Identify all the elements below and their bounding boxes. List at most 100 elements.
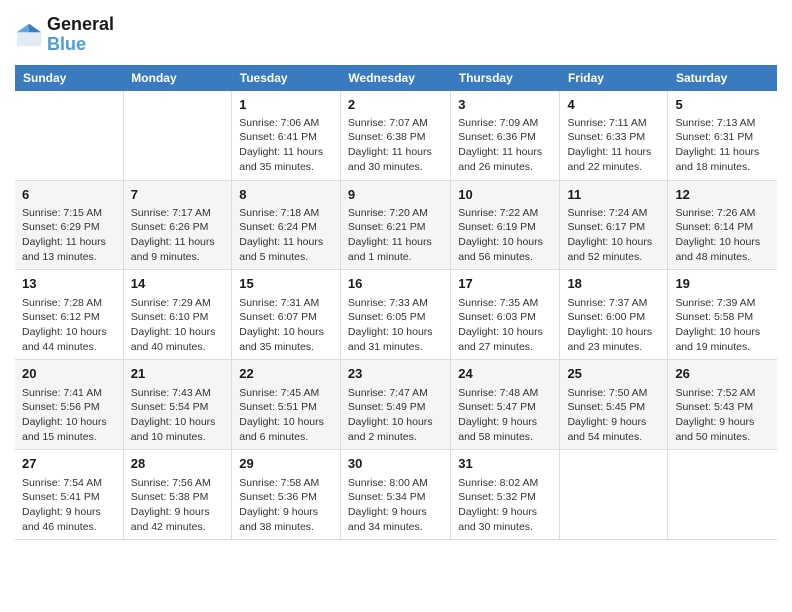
week-row-4: 20 Sunrise: 7:41 AM Sunset: 5:56 PM Dayli…	[15, 360, 777, 450]
day-info: Sunrise: 8:02 AM Sunset: 5:32 PM Dayligh…	[458, 476, 552, 535]
day-cell: 9 Sunrise: 7:20 AM Sunset: 6:21 PM Daylig…	[340, 180, 450, 270]
day-info: Sunrise: 7:45 AM Sunset: 5:51 PM Dayligh…	[239, 386, 333, 445]
day-number: 3	[458, 96, 552, 114]
day-cell: 16 Sunrise: 7:33 AM Sunset: 6:05 PM Dayli…	[340, 270, 450, 360]
day-cell	[15, 91, 123, 180]
day-number: 6	[22, 186, 116, 204]
day-number: 30	[348, 455, 443, 473]
day-cell: 25 Sunrise: 7:50 AM Sunset: 5:45 PM Dayli…	[560, 360, 668, 450]
header-cell-tuesday: Tuesday	[232, 65, 341, 91]
day-number: 28	[131, 455, 224, 473]
day-info: Sunrise: 7:06 AM Sunset: 6:41 PM Dayligh…	[239, 116, 333, 175]
day-number: 27	[22, 455, 116, 473]
day-cell: 26 Sunrise: 7:52 AM Sunset: 5:43 PM Dayli…	[668, 360, 777, 450]
day-cell: 19 Sunrise: 7:39 AM Sunset: 5:58 PM Dayli…	[668, 270, 777, 360]
calendar-table: SundayMondayTuesdayWednesdayThursdayFrid…	[15, 65, 777, 541]
header-cell-thursday: Thursday	[451, 65, 560, 91]
day-cell: 8Sunrise: 7:18 AM Sunset: 6:24 PM Daylig…	[232, 180, 341, 270]
day-number: 29	[239, 455, 333, 473]
day-info: Sunrise: 7:26 AM Sunset: 6:14 PM Dayligh…	[675, 206, 770, 265]
day-info: Sunrise: 7:50 AM Sunset: 5:45 PM Dayligh…	[567, 386, 660, 445]
day-cell: 31 Sunrise: 8:02 AM Sunset: 5:32 PM Dayli…	[451, 450, 560, 540]
day-info: Sunrise: 7:37 AM Sunset: 6:00 PM Dayligh…	[567, 296, 660, 355]
day-number: 11	[567, 186, 660, 204]
header-cell-wednesday: Wednesday	[340, 65, 450, 91]
day-info: Sunrise: 7:18 AM Sunset: 6:24 PM Dayligh…	[239, 206, 333, 265]
day-info: Sunrise: 8:00 AM Sunset: 5:34 PM Dayligh…	[348, 476, 443, 535]
day-number: 19	[675, 275, 770, 293]
day-cell: 18 Sunrise: 7:37 AM Sunset: 6:00 PM Dayli…	[560, 270, 668, 360]
day-info: Sunrise: 7:54 AM Sunset: 5:41 PM Dayligh…	[22, 476, 116, 535]
day-number: 17	[458, 275, 552, 293]
header-row: SundayMondayTuesdayWednesdayThursdayFrid…	[15, 65, 777, 91]
day-number: 26	[675, 365, 770, 383]
day-number: 20	[22, 365, 116, 383]
day-info: Sunrise: 7:48 AM Sunset: 5:47 PM Dayligh…	[458, 386, 552, 445]
logo-icon	[15, 21, 43, 49]
day-cell: 7Sunrise: 7:17 AM Sunset: 6:26 PM Daylig…	[123, 180, 231, 270]
week-row-5: 27 Sunrise: 7:54 AM Sunset: 5:41 PM Dayli…	[15, 450, 777, 540]
day-cell: 2Sunrise: 7:07 AM Sunset: 6:38 PM Daylig…	[340, 91, 450, 180]
day-info: Sunrise: 7:28 AM Sunset: 6:12 PM Dayligh…	[22, 296, 116, 355]
header-cell-sunday: Sunday	[15, 65, 123, 91]
header-cell-friday: Friday	[560, 65, 668, 91]
header-cell-monday: Monday	[123, 65, 231, 91]
day-cell: 15 Sunrise: 7:31 AM Sunset: 6:07 PM Dayli…	[232, 270, 341, 360]
day-cell: 1 Sunrise: 7:06 AM Sunset: 6:41 PM Daylig…	[232, 91, 341, 180]
day-number: 25	[567, 365, 660, 383]
day-info: Sunrise: 7:52 AM Sunset: 5:43 PM Dayligh…	[675, 386, 770, 445]
day-number: 5	[675, 96, 770, 114]
day-cell: 29 Sunrise: 7:58 AM Sunset: 5:36 PM Dayli…	[232, 450, 341, 540]
day-cell: 14Sunrise: 7:29 AM Sunset: 6:10 PM Dayli…	[123, 270, 231, 360]
day-number: 23	[348, 365, 443, 383]
day-cell: 12 Sunrise: 7:26 AM Sunset: 6:14 PM Dayli…	[668, 180, 777, 270]
day-info: Sunrise: 7:29 AM Sunset: 6:10 PM Dayligh…	[131, 296, 224, 355]
day-cell: 17 Sunrise: 7:35 AM Sunset: 6:03 PM Dayli…	[451, 270, 560, 360]
day-cell: 21 Sunrise: 7:43 AM Sunset: 5:54 PM Dayli…	[123, 360, 231, 450]
week-row-3: 13 Sunrise: 7:28 AM Sunset: 6:12 PM Dayli…	[15, 270, 777, 360]
day-info: Sunrise: 7:58 AM Sunset: 5:36 PM Dayligh…	[239, 476, 333, 535]
day-cell: 13 Sunrise: 7:28 AM Sunset: 6:12 PM Dayli…	[15, 270, 123, 360]
day-number: 2	[348, 96, 443, 114]
day-info: Sunrise: 7:39 AM Sunset: 5:58 PM Dayligh…	[675, 296, 770, 355]
day-info: Sunrise: 7:56 AM Sunset: 5:38 PM Dayligh…	[131, 476, 224, 535]
day-info: Sunrise: 7:17 AM Sunset: 6:26 PM Dayligh…	[131, 206, 224, 265]
day-cell: 30 Sunrise: 8:00 AM Sunset: 5:34 PM Dayli…	[340, 450, 450, 540]
day-info: Sunrise: 7:43 AM Sunset: 5:54 PM Dayligh…	[131, 386, 224, 445]
week-row-1: 1 Sunrise: 7:06 AM Sunset: 6:41 PM Daylig…	[15, 91, 777, 180]
day-cell: 10Sunrise: 7:22 AM Sunset: 6:19 PM Dayli…	[451, 180, 560, 270]
day-number: 16	[348, 275, 443, 293]
day-cell: 4Sunrise: 7:11 AM Sunset: 6:33 PM Daylig…	[560, 91, 668, 180]
day-number: 18	[567, 275, 660, 293]
day-number: 31	[458, 455, 552, 473]
day-number: 15	[239, 275, 333, 293]
day-cell	[123, 91, 231, 180]
day-cell: 24Sunrise: 7:48 AM Sunset: 5:47 PM Dayli…	[451, 360, 560, 450]
day-number: 21	[131, 365, 224, 383]
logo-text: GeneralBlue	[47, 15, 114, 55]
day-info: Sunrise: 7:33 AM Sunset: 6:05 PM Dayligh…	[348, 296, 443, 355]
day-number: 12	[675, 186, 770, 204]
day-number: 9	[348, 186, 443, 204]
day-cell: 23Sunrise: 7:47 AM Sunset: 5:49 PM Dayli…	[340, 360, 450, 450]
week-row-2: 6Sunrise: 7:15 AM Sunset: 6:29 PM Daylig…	[15, 180, 777, 270]
day-info: Sunrise: 7:41 AM Sunset: 5:56 PM Dayligh…	[22, 386, 116, 445]
day-number: 13	[22, 275, 116, 293]
day-cell: 5 Sunrise: 7:13 AM Sunset: 6:31 PM Daylig…	[668, 91, 777, 180]
header-cell-saturday: Saturday	[668, 65, 777, 91]
day-cell	[560, 450, 668, 540]
day-number: 4	[567, 96, 660, 114]
day-cell	[668, 450, 777, 540]
day-cell: 11Sunrise: 7:24 AM Sunset: 6:17 PM Dayli…	[560, 180, 668, 270]
day-cell: 28 Sunrise: 7:56 AM Sunset: 5:38 PM Dayli…	[123, 450, 231, 540]
day-info: Sunrise: 7:35 AM Sunset: 6:03 PM Dayligh…	[458, 296, 552, 355]
day-info: Sunrise: 7:09 AM Sunset: 6:36 PM Dayligh…	[458, 116, 552, 175]
day-info: Sunrise: 7:20 AM Sunset: 6:21 PM Dayligh…	[348, 206, 443, 265]
logo: GeneralBlue	[15, 15, 114, 55]
day-info: Sunrise: 7:13 AM Sunset: 6:31 PM Dayligh…	[675, 116, 770, 175]
day-number: 22	[239, 365, 333, 383]
day-cell: 27 Sunrise: 7:54 AM Sunset: 5:41 PM Dayli…	[15, 450, 123, 540]
day-cell: 22 Sunrise: 7:45 AM Sunset: 5:51 PM Dayli…	[232, 360, 341, 450]
day-info: Sunrise: 7:31 AM Sunset: 6:07 PM Dayligh…	[239, 296, 333, 355]
day-number: 1	[239, 96, 333, 114]
